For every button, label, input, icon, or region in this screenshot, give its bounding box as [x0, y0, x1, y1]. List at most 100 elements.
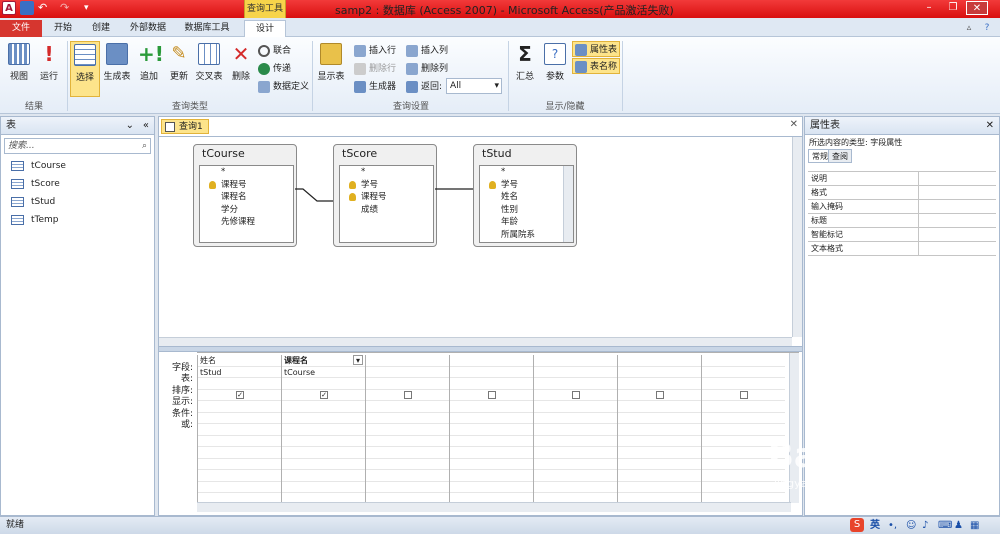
grid-column[interactable]: [449, 355, 533, 503]
show-checkbox[interactable]: ✓: [320, 390, 328, 399]
insert-rows-button[interactable]: 插入行: [354, 43, 396, 59]
grid-cell-sort[interactable]: [366, 378, 449, 390]
show-checkbox[interactable]: [656, 390, 664, 399]
grid-cell-or[interactable]: [366, 459, 449, 470]
grid-cell-show[interactable]: [366, 390, 449, 401]
grid-cell-or[interactable]: [450, 413, 533, 424]
grid-cell-or[interactable]: [534, 424, 617, 436]
grid-cell-table[interactable]: [366, 367, 449, 378]
property-row[interactable]: 输入掩码: [808, 200, 996, 214]
grid-cell-table[interactable]: tStud: [198, 367, 281, 378]
punctuation-icon[interactable]: •,: [888, 517, 897, 534]
grid-cell-field[interactable]: [618, 355, 701, 367]
help-icon[interactable]: ?: [980, 20, 994, 37]
insert-columns-button[interactable]: 插入列: [406, 43, 448, 59]
minimize-button[interactable]: –: [918, 1, 940, 15]
property-value[interactable]: [918, 228, 996, 241]
grid-cell-show[interactable]: ✓: [198, 390, 281, 401]
grid-cell-or[interactable]: [534, 482, 617, 493]
grid-cell-table[interactable]: tCourse: [282, 367, 365, 378]
grid-horizontal-scrollbar[interactable]: [197, 502, 791, 512]
grid-cell-or[interactable]: [534, 470, 617, 482]
property-row[interactable]: 说明: [808, 172, 996, 186]
parameters-button[interactable]: ? 参数: [540, 41, 570, 97]
grid-cell-or[interactable]: [282, 447, 365, 459]
show-checkbox[interactable]: ✓: [236, 390, 244, 399]
grid-cell-or[interactable]: [282, 436, 365, 447]
document-tab-query1[interactable]: 查询1: [161, 119, 209, 134]
tab-external-data[interactable]: 外部数据: [126, 20, 170, 37]
show-checkbox[interactable]: [740, 390, 748, 399]
nav-item-tstud[interactable]: tStud: [1, 193, 154, 211]
select-query-button[interactable]: 选择: [70, 41, 100, 97]
sogou-ime-icon[interactable]: S: [850, 518, 864, 532]
delete-columns-button[interactable]: 删除列: [406, 61, 448, 77]
toolbox-icon[interactable]: ▦: [970, 517, 979, 534]
grid-column[interactable]: 姓名 tStud ✓: [197, 355, 281, 503]
grid-cell-or[interactable]: [282, 413, 365, 424]
pass-through-button[interactable]: 传递: [258, 61, 291, 77]
grid-cell-criteria[interactable]: [618, 401, 701, 413]
skin-icon[interactable]: ♟: [954, 517, 963, 534]
tab-create[interactable]: 创建: [86, 20, 116, 37]
grid-cell-or[interactable]: [198, 413, 281, 424]
grid-cell-or[interactable]: [618, 424, 701, 436]
undo-icon[interactable]: ↶: [38, 1, 52, 15]
update-button[interactable]: ✎ 更新: [164, 41, 194, 97]
emoji-icon[interactable]: ☺: [906, 517, 916, 534]
grid-cell-or[interactable]: [534, 447, 617, 459]
grid-cell-or[interactable]: [534, 413, 617, 424]
grid-cell-table[interactable]: [702, 367, 785, 378]
make-table-button[interactable]: 生成表: [102, 41, 132, 97]
grid-cell-sort[interactable]: [534, 378, 617, 390]
tab-home[interactable]: 开始: [50, 20, 76, 37]
grid-cell-or[interactable]: [366, 482, 449, 493]
grid-cell-or[interactable]: [534, 459, 617, 470]
grid-cell-or[interactable]: [198, 470, 281, 482]
nav-search-input[interactable]: 搜索... ⌕: [4, 138, 151, 154]
grid-cell-or[interactable]: [618, 413, 701, 424]
tab-design[interactable]: 设计: [244, 20, 286, 37]
grid-cell-or[interactable]: [618, 482, 701, 493]
show-table-button[interactable]: 显示表: [316, 41, 346, 97]
grid-cell-or[interactable]: [618, 459, 701, 470]
grid-cell-field[interactable]: [450, 355, 533, 367]
grid-cell-or[interactable]: [366, 436, 449, 447]
totals-button[interactable]: Σ 汇总: [510, 41, 540, 97]
grid-cell-or[interactable]: [534, 436, 617, 447]
nav-item-tcourse[interactable]: tCourse: [1, 157, 154, 175]
grid-cell-field[interactable]: [366, 355, 449, 367]
grid-cell-or[interactable]: [450, 436, 533, 447]
grid-column[interactable]: 课程名 ▾ tCourse ✓: [281, 355, 365, 503]
grid-cell-sort[interactable]: [198, 378, 281, 390]
grid-cell-show[interactable]: [618, 390, 701, 401]
restore-button[interactable]: ❐: [942, 1, 964, 15]
grid-cell-field[interactable]: [534, 355, 617, 367]
grid-cell-criteria[interactable]: [282, 401, 365, 413]
property-row[interactable]: 格式: [808, 186, 996, 200]
grid-column[interactable]: [617, 355, 701, 503]
grid-column[interactable]: [365, 355, 449, 503]
grid-cell-criteria[interactable]: [534, 401, 617, 413]
ime-mode-label[interactable]: 英: [870, 517, 880, 534]
tab-lookup[interactable]: 查阅: [828, 149, 852, 163]
grid-cell-sort[interactable]: [450, 378, 533, 390]
chevron-down-icon[interactable]: ▾: [353, 355, 363, 365]
union-button[interactable]: 联合: [258, 43, 291, 59]
grid-cell-or[interactable]: [366, 424, 449, 436]
grid-cell-criteria[interactable]: [450, 401, 533, 413]
nav-item-tscore[interactable]: tScore: [1, 175, 154, 193]
grid-cell-or[interactable]: [198, 459, 281, 470]
grid-cell-or[interactable]: [366, 470, 449, 482]
tab-database-tools[interactable]: 数据库工具: [180, 20, 234, 37]
relationship-line[interactable]: [295, 188, 333, 202]
grid-cell-field[interactable]: [702, 355, 785, 367]
minimize-ribbon-icon[interactable]: ▵: [962, 20, 976, 37]
close-document-icon[interactable]: ✕: [790, 119, 798, 130]
property-value[interactable]: [918, 172, 996, 185]
property-value[interactable]: [918, 200, 996, 213]
property-row[interactable]: 标题: [808, 214, 996, 228]
property-value[interactable]: [918, 186, 996, 199]
grid-cell-or[interactable]: [702, 413, 785, 424]
view-button[interactable]: 视图: [4, 41, 34, 97]
